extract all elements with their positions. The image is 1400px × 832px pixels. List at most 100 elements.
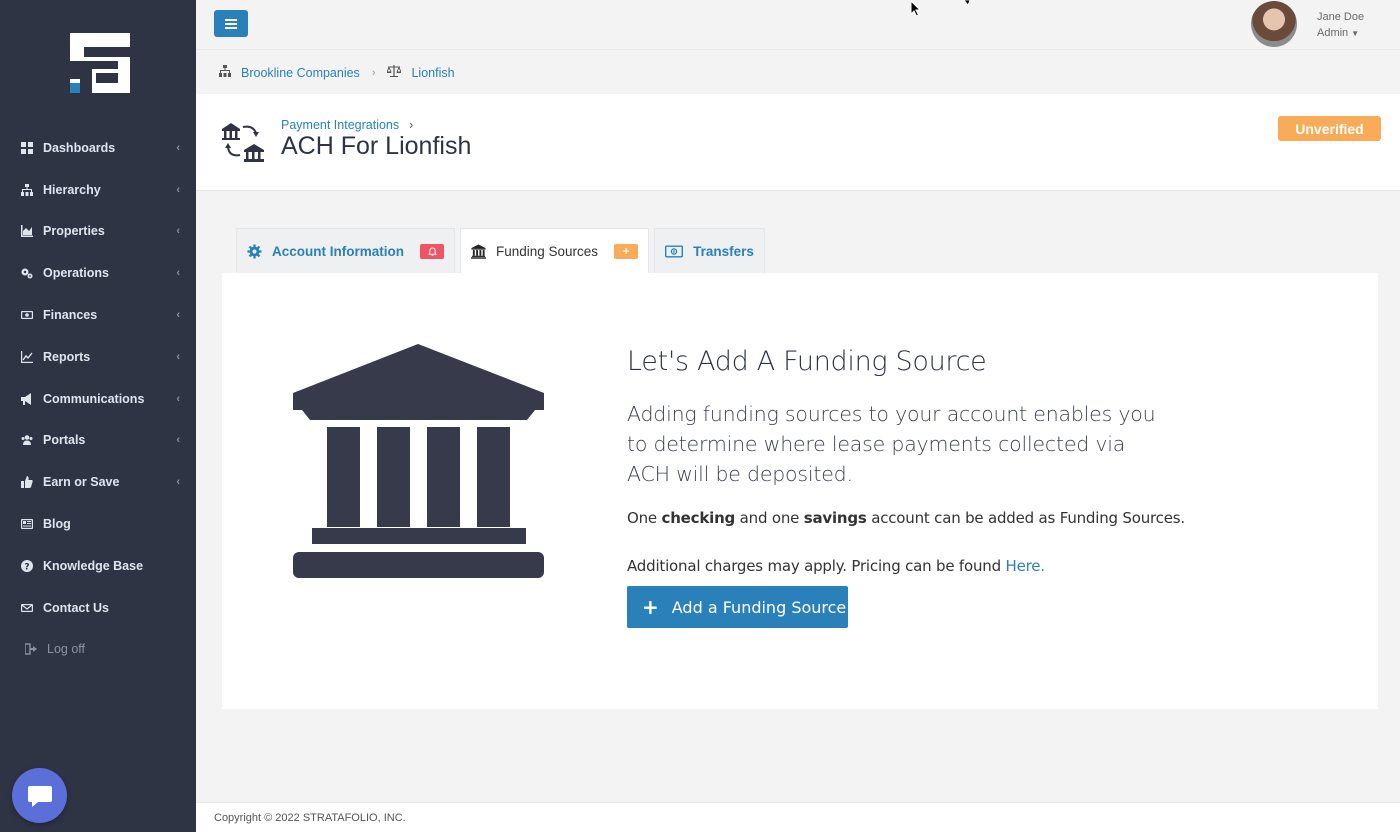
note-text: account can be added as Funding Sources. (866, 509, 1185, 527)
thumbs-up-icon (20, 475, 34, 489)
chevron-right-icon: › (409, 118, 414, 132)
sitemap-icon (20, 183, 34, 197)
chevron-left-icon: ‹ (176, 392, 180, 405)
money-icon (665, 245, 684, 257)
button-label: Add a Funding Source (671, 597, 847, 617)
chat-widget-button[interactable] (12, 768, 67, 823)
status-badge: Unverified (1278, 116, 1381, 141)
note-text: and one (735, 509, 804, 527)
bank-icon (293, 344, 544, 578)
user-avatar[interactable] (1251, 1, 1297, 47)
chevron-left-icon: ‹ (176, 267, 180, 280)
copyright-text: Copyright © 2022 STRATAFOLIO, INC. (214, 811, 406, 824)
pricing-link[interactable]: Here. (1006, 557, 1046, 575)
money-icon (20, 308, 34, 322)
sidebar-item-properties[interactable]: Properties ‹ (0, 211, 196, 253)
sidebar-item-label: Knowledge Base (43, 558, 144, 573)
sidebar: Dashboards ‹ Hierarchy ‹ Properties ‹ Op… (0, 0, 196, 832)
funding-description: Adding funding sources to your account e… (627, 402, 1156, 486)
payment-integrations-link[interactable]: Payment Integrations (281, 118, 399, 132)
sidebar-item-blog[interactable]: Blog (0, 503, 196, 545)
chevron-left-icon: ‹ (176, 309, 180, 322)
chevron-left-icon: ‹ (176, 434, 180, 447)
tab-label: Transfers (693, 243, 754, 259)
dashboard-icon (20, 141, 34, 155)
sidebar-item-knowledge-base[interactable]: ? Knowledge Base (0, 545, 196, 587)
tab-label: Account Information (272, 243, 404, 259)
sidebar-item-contact-us[interactable]: Contact Us (0, 587, 196, 629)
sidebar-item-earn-or-save[interactable]: Earn or Save ‹ (0, 461, 196, 503)
add-funding-source-button[interactable]: + Add a Funding Source (627, 586, 848, 628)
chart-area-icon (20, 224, 34, 238)
sidebar-item-label: Dashboards (43, 140, 116, 155)
tab-account-information[interactable]: Account Information (236, 228, 455, 273)
sidebar-item-label: Portals (43, 433, 86, 448)
tab-transfers[interactable]: Transfers (654, 228, 765, 273)
sidebar-item-finances[interactable]: Finances ‹ (0, 294, 196, 336)
sitemap-icon (219, 65, 231, 80)
svg-text:?: ? (24, 562, 29, 572)
chevron-right-icon: › (371, 66, 376, 79)
tab-bar: Account Information Funding Sources + Tr… (236, 228, 770, 274)
plus-icon: + (642, 595, 659, 619)
chevron-left-icon: ‹ (176, 350, 180, 363)
breadcrumb: Brookline Companies › Lionfish (196, 51, 1400, 94)
cogs-icon (20, 266, 34, 280)
stratafolio-logo[interactable] (70, 33, 130, 93)
chevron-left-icon: ‹ (176, 225, 180, 238)
user-name[interactable]: Jane Doe (1317, 11, 1364, 23)
breadcrumb-entity-link[interactable]: Lionfish (411, 66, 454, 80)
balance-scale-icon (386, 65, 403, 80)
gear-icon (247, 243, 262, 259)
caret-down-icon: ▼ (1351, 29, 1360, 38)
user-role-dropdown[interactable]: Admin ▼ (1317, 27, 1359, 39)
chevron-left-icon: ‹ (176, 476, 180, 489)
note-savings: savings (803, 509, 867, 527)
breadcrumb-company-link[interactable]: Brookline Companies (241, 66, 360, 80)
bullhorn-icon (20, 392, 34, 406)
logoff-label: Log off (47, 642, 86, 657)
mouse-cursor-icon (963, 0, 971, 6)
user-role-label: Admin (1317, 27, 1349, 39)
sidebar-nav: Dashboards ‹ Hierarchy ‹ Properties ‹ Op… (0, 127, 196, 670)
page-header: Payment Integrations › ACH For Lionfish U… (196, 94, 1400, 191)
chevron-left-icon: ‹ (176, 183, 180, 196)
top-bar: Jane Doe Admin ▼ (196, 0, 1400, 50)
question-circle-icon: ? (20, 559, 34, 573)
funding-note: One checking and one savings account can… (627, 509, 1185, 527)
chat-icon (27, 785, 52, 807)
sidebar-item-communications[interactable]: Communications ‹ (0, 378, 196, 420)
line-chart-icon (20, 350, 34, 364)
note-text: One (627, 509, 662, 527)
bank-transfer-icon (222, 123, 264, 162)
charges-text: Additional charges may apply. Pricing ca… (627, 557, 1006, 575)
sidebar-item-label: Earn or Save (43, 475, 120, 490)
page-title: ACH For Lionfish (281, 132, 472, 160)
logoff-link[interactable]: Log off (0, 629, 196, 671)
sidebar-item-operations[interactable]: Operations ‹ (0, 252, 196, 294)
funding-sources-panel: Let's Add A Funding Source Adding fundin… (222, 273, 1378, 709)
sidebar-item-label: Finances (43, 308, 98, 323)
sidebar-item-hierarchy[interactable]: Hierarchy ‹ (0, 169, 196, 211)
bell-alert-badge (420, 243, 444, 259)
sign-out-icon (24, 642, 38, 656)
pricing-note: Additional charges may apply. Pricing ca… (627, 557, 1045, 575)
sidebar-item-label: Properties (43, 224, 105, 239)
plus-badge: + (614, 244, 639, 259)
sidebar-item-portals[interactable]: Portals ‹ (0, 420, 196, 462)
chevron-left-icon: ‹ (176, 141, 180, 154)
hamburger-menu-button[interactable] (214, 10, 248, 37)
sidebar-item-dashboards[interactable]: Dashboards ‹ (0, 127, 196, 169)
users-icon (20, 433, 34, 447)
parent-breadcrumb: Payment Integrations › (281, 118, 413, 132)
envelope-icon (20, 601, 34, 615)
sidebar-item-label: Contact Us (43, 600, 109, 615)
sidebar-item-label: Hierarchy (43, 182, 101, 197)
bell-icon (427, 246, 437, 256)
bank-icon (471, 244, 486, 259)
sidebar-item-label: Communications (43, 391, 145, 406)
tab-funding-sources[interactable]: Funding Sources + (460, 228, 650, 274)
sidebar-item-reports[interactable]: Reports ‹ (0, 336, 196, 378)
newspaper-icon (20, 517, 34, 531)
bars-icon (225, 18, 237, 29)
